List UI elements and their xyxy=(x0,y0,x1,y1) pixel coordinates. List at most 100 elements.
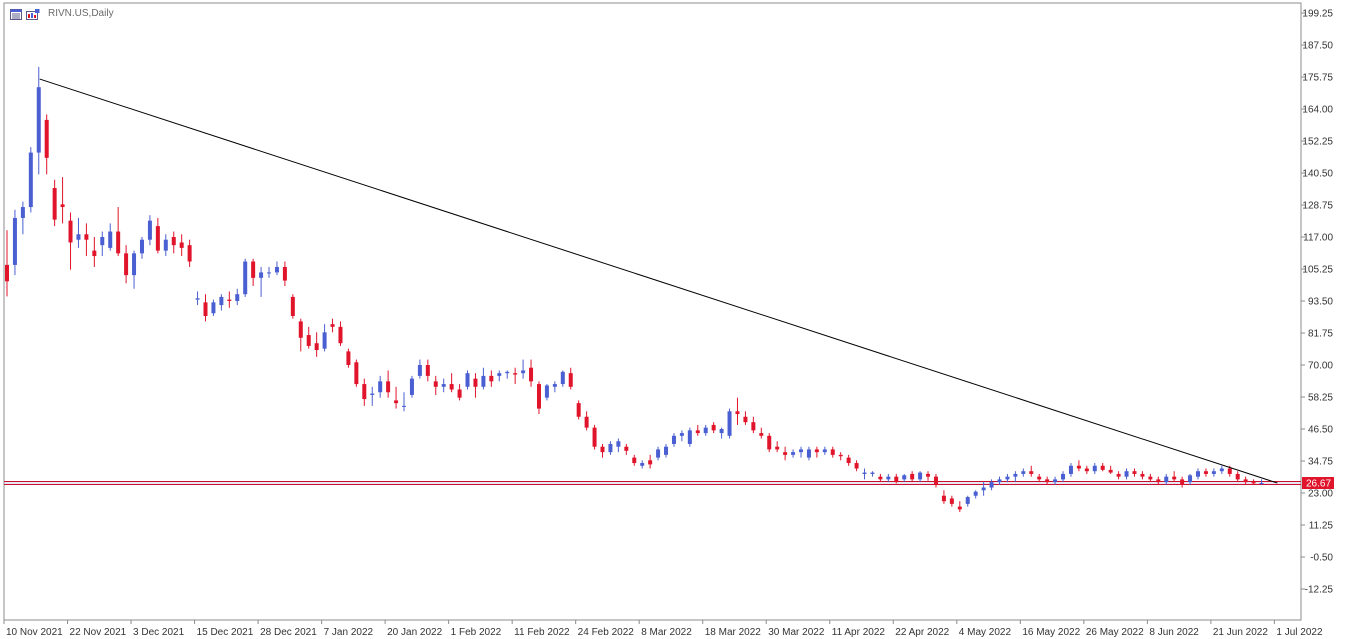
candle-body xyxy=(616,441,621,447)
candle-body xyxy=(965,497,970,504)
y-tick-label: 175.75 xyxy=(1302,73,1333,84)
candle-body xyxy=(211,302,216,314)
candle-body xyxy=(544,385,549,398)
candle-body xyxy=(1132,471,1137,474)
candle-body xyxy=(362,384,367,400)
y-tick-label: 164.00 xyxy=(1302,105,1333,116)
candle-body xyxy=(941,495,946,502)
candle-body xyxy=(513,373,518,375)
candle-body xyxy=(1084,468,1089,472)
candle-body xyxy=(775,446,780,450)
candle-body xyxy=(656,449,661,458)
candle-body xyxy=(727,411,732,436)
candle-body xyxy=(322,332,327,349)
candle-body xyxy=(973,491,978,496)
candle-body xyxy=(664,446,669,455)
candle-body xyxy=(679,433,684,436)
candle-body xyxy=(1068,465,1073,474)
candle-body xyxy=(124,253,129,276)
candle-body xyxy=(933,476,938,485)
candle-body xyxy=(640,463,645,466)
candle-body xyxy=(465,373,470,387)
candle-body xyxy=(12,217,17,265)
candle-body xyxy=(195,298,200,300)
candle-body xyxy=(394,400,399,404)
x-tick-label: 4 May 2022 xyxy=(959,627,1012,638)
y-tick-label: 117.00 xyxy=(1303,233,1333,244)
x-tick-label: 22 Nov 2021 xyxy=(70,627,127,638)
candle-body xyxy=(1196,471,1200,477)
candle-body xyxy=(28,152,33,208)
candle-body xyxy=(624,446,629,451)
candle-body xyxy=(957,506,962,510)
candle-body xyxy=(1124,471,1129,477)
y-tick-label: 11.25 xyxy=(1309,521,1334,532)
candle-body xyxy=(783,452,788,455)
candle-body xyxy=(759,433,764,436)
candle-body xyxy=(830,449,835,455)
candle-body xyxy=(822,449,827,453)
candle-body xyxy=(1037,476,1042,480)
candle-body xyxy=(306,335,311,346)
candle-body xyxy=(719,429,724,434)
candle-body xyxy=(370,393,375,395)
candle-body xyxy=(267,272,272,274)
x-tick-label: 16 May 2022 xyxy=(1022,627,1080,638)
candle-body xyxy=(1029,471,1034,474)
x-tick-label: 28 Dec 2021 xyxy=(260,627,317,638)
x-tick-label: 24 Feb 2022 xyxy=(578,627,635,638)
candle-body xyxy=(1005,476,1010,480)
candle-body xyxy=(1180,479,1185,485)
candle-body xyxy=(894,476,899,483)
x-tick-label: 1 Feb 2022 xyxy=(451,627,502,638)
candle-body xyxy=(981,487,986,491)
candle-body xyxy=(671,435,676,444)
candle-body xyxy=(1219,468,1224,472)
candle-body xyxy=(20,207,25,218)
candle-body xyxy=(1227,468,1232,474)
y-tick-label: 93.50 xyxy=(1308,297,1333,308)
candle-body xyxy=(1116,473,1121,477)
candle-body xyxy=(926,473,931,477)
candle-body xyxy=(521,370,526,374)
y-tick-label: 199.25 xyxy=(1302,9,1333,20)
candle-body xyxy=(76,234,81,240)
candle-body xyxy=(417,365,422,376)
candlestick-chart[interactable]: 199.25 187.50 175.75 164.00 152.25 140.50 128.… xyxy=(0,0,1346,639)
x-tick-label: 11 Apr 2022 xyxy=(832,627,886,638)
y-tick-label: 23.00 xyxy=(1308,489,1333,500)
candle-body xyxy=(687,430,692,444)
candle-body xyxy=(1108,469,1113,473)
y-tick-label: 105.25 xyxy=(1302,265,1333,276)
candle-body xyxy=(338,326,343,344)
candle-body xyxy=(1092,465,1097,472)
y-tick-label: -0.50 xyxy=(1310,553,1333,564)
candle-body xyxy=(147,220,152,240)
trend-line xyxy=(39,78,1278,484)
y-tick-label: 81.75 xyxy=(1308,329,1333,340)
candle-body xyxy=(735,411,740,415)
y-tick-label: 58.25 xyxy=(1308,393,1333,404)
candle-body xyxy=(902,475,907,480)
candle-body xyxy=(838,454,843,457)
candle-body xyxy=(584,416,589,428)
candle-body xyxy=(1053,479,1058,483)
candle-body xyxy=(560,371,565,385)
candle-body xyxy=(648,460,653,465)
y-tick-label: 70.00 xyxy=(1308,361,1333,372)
x-tick-label: 22 Apr 2022 xyxy=(895,627,949,638)
candle-body xyxy=(806,449,811,458)
candle-body xyxy=(449,384,454,390)
candle-body xyxy=(791,452,796,455)
candle-body xyxy=(441,384,446,387)
x-tick-label: 7 Jan 2022 xyxy=(324,627,374,638)
candle-body xyxy=(552,384,557,387)
candle-body xyxy=(330,324,335,327)
candle-body xyxy=(1251,482,1256,484)
y-tick-label: 128.75 xyxy=(1302,201,1333,212)
candle-body xyxy=(187,245,192,262)
candle-body xyxy=(1203,471,1208,474)
candle-body xyxy=(743,416,748,423)
candle-body xyxy=(608,443,613,453)
candle-body xyxy=(632,457,637,464)
